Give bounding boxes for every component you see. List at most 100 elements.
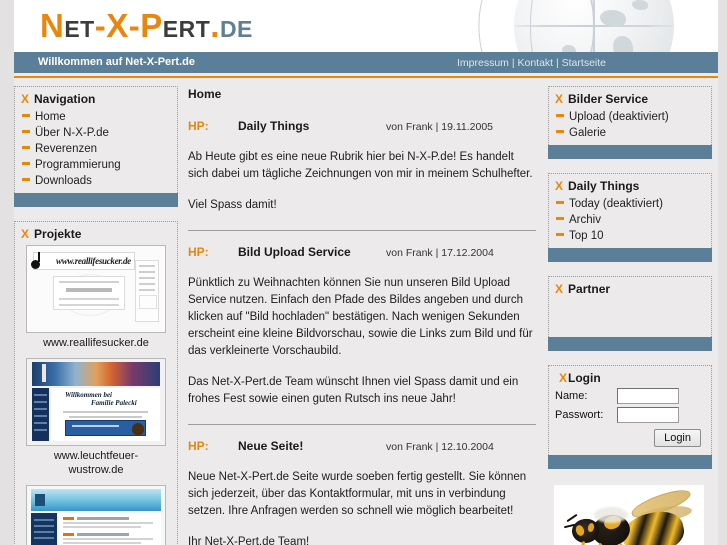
box-login: XLogin Name: Passwort: Login: [548, 365, 712, 469]
login-submit-button[interactable]: Login: [654, 429, 701, 447]
page-root: NET-X-PERT.DE Willkommen auf Net-X-Pert.…: [0, 0, 727, 545]
sidebar-item-label: Reverenzen: [35, 143, 98, 155]
box-navigation: X Navigation Home Über N-X-P.de Reverenze…: [14, 86, 178, 207]
article-header: HP: Neue Seite! von Frank | 12.10.2004: [186, 439, 538, 459]
project-caption: www.leuchtfeuer- wustrow.de: [53, 450, 139, 476]
site-logo[interactable]: NET-X-PERT.DE: [40, 4, 253, 51]
wasp-image: [554, 485, 704, 545]
dash-icon: [556, 201, 564, 204]
sidebar-item-label: Archiv: [569, 214, 601, 226]
marker-x-icon: X: [555, 92, 564, 106]
sidebar-right: X Bilder Service Upload (deaktiviert) Gal…: [548, 86, 712, 545]
article-separator: [188, 424, 536, 425]
dash-icon: [22, 130, 30, 133]
logo-p: P: [140, 7, 163, 44]
project-item-reallifesucker[interactable]: www.reallifesucker.de: [21, 245, 171, 350]
marker-x-icon: X: [559, 371, 568, 385]
sidebar-item-label: Upload (deaktiviert): [569, 111, 669, 123]
login-name-label: Name:: [555, 390, 588, 402]
sidebar-item-programmierung[interactable]: Programmierung: [21, 157, 171, 173]
dash-icon: [22, 178, 30, 181]
marker-x-icon: X: [555, 179, 564, 193]
logo-ert: ERT: [162, 16, 211, 42]
partner-title: X Partner: [555, 282, 611, 296]
logo-sep1: -: [94, 7, 107, 44]
welcome-bar: Willkommen auf Net-X-Pert.de Impressum |…: [14, 52, 718, 73]
article-separator: [188, 230, 536, 231]
dash-icon: [22, 146, 30, 149]
login-name-row: Name:: [555, 388, 705, 404]
article-body: Ab Heute gibt es eine neue Rubrik hier b…: [188, 149, 534, 214]
page-title: Home: [188, 87, 222, 101]
sidebar-item-top10[interactable]: Top 10: [555, 228, 705, 244]
article-hp-label: HP:: [188, 245, 209, 259]
article-bild-upload-service: HP: Bild Upload Service von Frank | 17.1…: [186, 245, 538, 408]
projekte-title: X Projekte: [21, 227, 82, 241]
page-gutter-right: [718, 0, 727, 545]
box-bilder-service: X Bilder Service Upload (deaktiviert) Gal…: [548, 86, 712, 159]
login-password-row: Passwort:: [555, 407, 705, 423]
article-body: Pünktlich zu Weihnachten können Sie nun …: [188, 275, 534, 408]
article-neue-seite: HP: Neue Seite! von Frank | 12.10.2004 N…: [186, 439, 538, 545]
article-header: HP: Bild Upload Service von Frank | 17.1…: [186, 245, 538, 265]
box-footer-bar: [548, 248, 712, 262]
sidebar-item-archiv[interactable]: Archiv: [555, 212, 705, 228]
sidebar-item-home[interactable]: Home: [21, 109, 171, 125]
article-title: Bild Upload Service: [238, 245, 351, 259]
top-nav-links[interactable]: Impressum | Kontakt | Startseite: [457, 57, 606, 69]
sidebar-item-label: Today (deaktiviert): [569, 198, 663, 210]
sidebar-item-upload[interactable]: Upload (deaktiviert): [555, 109, 705, 125]
article-paragraph: Ab Heute gibt es eine neue Rubrik hier b…: [188, 151, 533, 180]
box-partner: X Partner: [548, 276, 712, 351]
box-footer-bar: [548, 145, 712, 159]
logo-n: N: [40, 7, 65, 44]
box-footer-bar: [548, 455, 712, 469]
article-title: Daily Things: [238, 119, 310, 133]
box-footer-bar: [14, 193, 178, 207]
page-gutter-left: [0, 0, 14, 545]
partner-empty-area: [555, 299, 705, 333]
sidebar-item-label: Programmierung: [35, 159, 121, 171]
article-header: HP: Daily Things von Frank | 19.11.2005: [186, 119, 538, 139]
sidebar-item-galerie[interactable]: Galerie: [555, 125, 705, 141]
marker-x-icon: X: [21, 92, 30, 106]
navigation-title: X Navigation: [21, 92, 96, 106]
login-title: XLogin: [559, 371, 601, 385]
bilder-service-title: X Bilder Service: [555, 92, 649, 106]
sidebar-item-label: Home: [35, 111, 66, 123]
article-daily-things: HP: Daily Things von Frank | 19.11.2005 …: [186, 119, 538, 214]
logo-et: ET: [64, 16, 95, 42]
project-item-leuchtfeuer[interactable]: Willkommen bei Familie Palecki www.leuch…: [21, 358, 171, 477]
project-item-nxp-v2[interactable]: n-x-p.de V2: [21, 485, 171, 545]
sidebar-item-reverenzen[interactable]: Reverenzen: [21, 141, 171, 157]
dash-icon: [22, 162, 30, 165]
daily-things-title: X Daily Things: [555, 179, 640, 193]
dash-icon: [22, 114, 30, 117]
sidebar-item-downloads[interactable]: Downloads: [21, 173, 171, 189]
project-thumbnail[interactable]: [26, 245, 166, 333]
welcome-text: Willkommen auf Net-X-Pert.de: [38, 56, 195, 68]
header-orange-rule: [14, 76, 718, 78]
wasp-image-container: [548, 485, 712, 545]
article-hp-label: HP:: [188, 119, 209, 133]
login-password-input[interactable]: [617, 407, 679, 423]
dash-icon: [556, 217, 564, 220]
sidebar-item-ueber[interactable]: Über N-X-P.de: [21, 125, 171, 141]
project-thumbnail[interactable]: [26, 485, 166, 545]
box-footer-bar: [548, 337, 712, 351]
login-password-label: Passwort:: [555, 409, 604, 421]
logo-dot: .: [210, 7, 220, 44]
login-name-input[interactable]: [617, 388, 679, 404]
article-body: Neue Net-X-Pert.de Seite wurde soeben fe…: [188, 469, 534, 545]
article-hp-label: HP:: [188, 439, 209, 453]
globe-icon: [478, 0, 674, 52]
logo-sep2: -: [128, 7, 141, 44]
article-paragraph: Das Net-X-Pert.de Team wünscht Ihnen vie…: [188, 376, 519, 405]
main-content: Home HP: Daily Things von Frank | 19.11.…: [186, 86, 538, 545]
article-title: Neue Seite!: [238, 439, 304, 453]
article-paragraph: Ihr Net-X-Pert.de Team!: [188, 536, 310, 545]
box-daily-things: X Daily Things Today (deaktiviert) Archiv…: [548, 173, 712, 262]
sidebar-item-today[interactable]: Today (deaktiviert): [555, 196, 705, 212]
project-thumbnail[interactable]: Willkommen bei Familie Palecki: [26, 358, 166, 446]
sidebar-item-label: Galerie: [569, 127, 607, 139]
